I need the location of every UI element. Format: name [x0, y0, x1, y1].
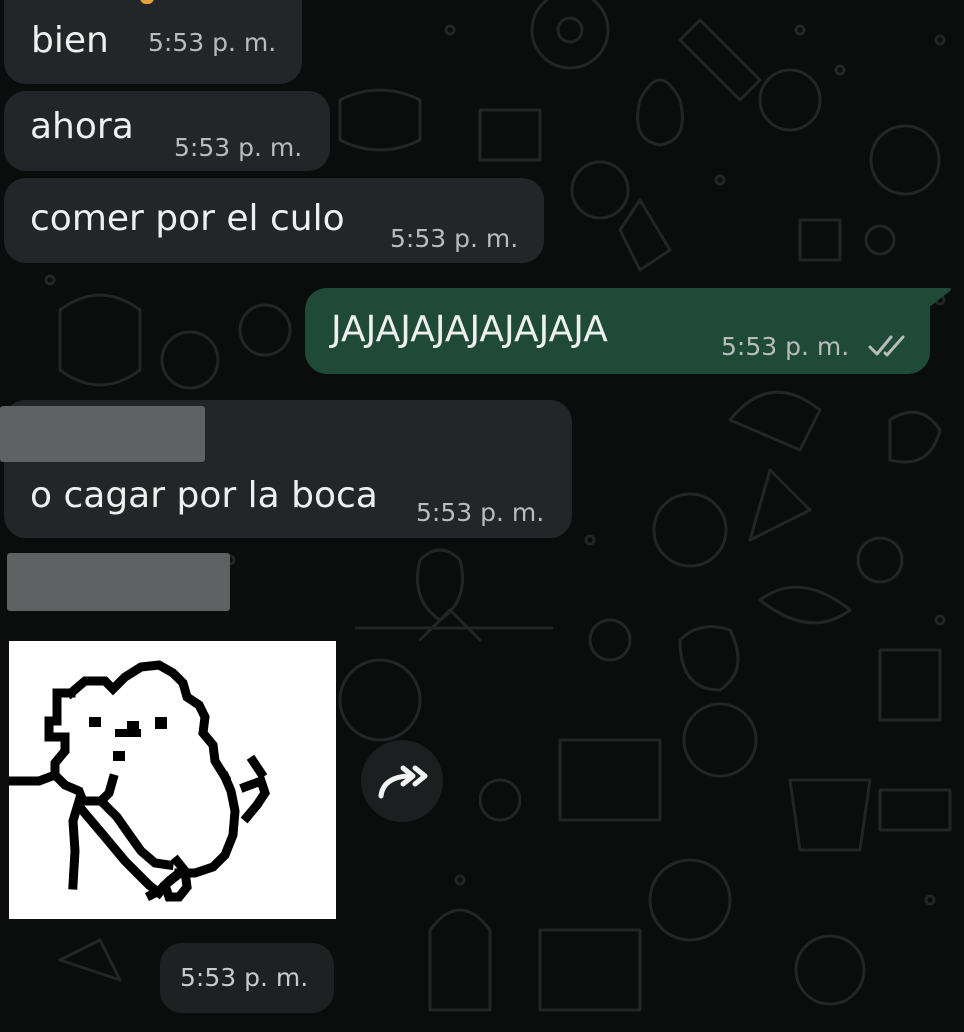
incoming-message[interactable]: o cagar por la boca 5:53 p. m. [0, 400, 572, 538]
message-text: o cagar por la boca [30, 475, 378, 516]
message-text: comer por el culo [30, 198, 345, 239]
message-text: JAJAJAJAJAJAJAJA [331, 309, 608, 350]
forward-icon [378, 765, 428, 799]
bear-sticker-icon [4, 660, 270, 902]
outgoing-message[interactable]: JAJAJAJAJAJAJAJA 5:53 p. m. [305, 288, 930, 374]
redacted-sender-name [7, 553, 230, 611]
forward-button[interactable] [361, 740, 443, 822]
incoming-message[interactable]: comer por el culo 5:53 p. m. [4, 178, 544, 263]
bubble-tail-icon [928, 288, 951, 308]
double-check-icon [868, 335, 905, 357]
message-timestamp: 5:53 p. m. [390, 224, 519, 253]
incoming-message[interactable]: ahora 5:53 p. m. [4, 91, 330, 171]
message-text: ahora [30, 106, 134, 147]
message-timestamp: 5:53 p. m. [148, 28, 277, 57]
incoming-message[interactable]: bien 5:53 p. m. [4, 0, 302, 84]
message-timestamp: 5:53 p. m. [180, 963, 309, 992]
message-timestamp: 5:53 p. m. [721, 332, 850, 361]
sticker-image[interactable] [4, 641, 336, 919]
sticker-timestamp-pill: 5:53 p. m. [160, 943, 334, 1013]
message-timestamp: 5:53 p. m. [174, 133, 303, 162]
message-timestamp: 5:53 p. m. [416, 498, 545, 527]
message-text: bien [31, 20, 109, 61]
redacted-sender-name [0, 406, 205, 462]
